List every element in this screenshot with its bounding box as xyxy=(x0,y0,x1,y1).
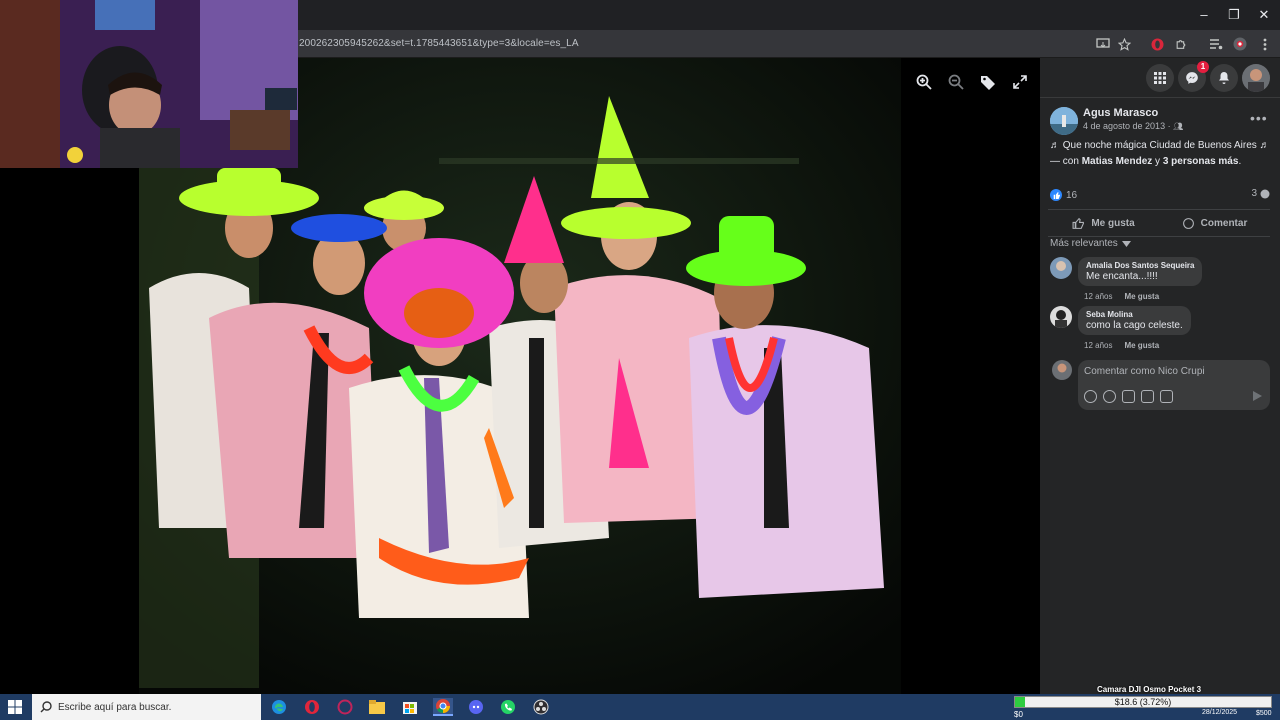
install-app-icon[interactable] xyxy=(1094,35,1112,53)
like-button-label: Me gusta xyxy=(1091,217,1135,229)
restore-icon[interactable]: ❐ xyxy=(1224,6,1244,24)
composer-tools xyxy=(1084,390,1173,403)
donation-goal-bar: $18.6 (3.72%) xyxy=(1014,696,1272,708)
opera-icon[interactable] xyxy=(302,698,322,716)
messenger-badge: 1 xyxy=(1197,61,1209,73)
comment-bubble: Seba Molina como la cago celeste. xyxy=(1078,306,1191,335)
comment-icon xyxy=(1182,217,1194,229)
reactions-summary[interactable]: 16 xyxy=(1050,188,1077,202)
sticker-icon[interactable] xyxy=(1160,390,1173,403)
caption-with: — con xyxy=(1050,156,1082,167)
avatar-sticker-icon[interactable] xyxy=(1084,390,1097,403)
chrome-icon[interactable] xyxy=(433,698,453,716)
file-explorer-icon[interactable] xyxy=(367,698,387,716)
tagged-user-link[interactable]: Matias Mendez xyxy=(1082,156,1153,167)
donation-goal-min: $0 xyxy=(1014,710,1023,719)
fullscreen-icon[interactable] xyxy=(1008,70,1032,94)
like-button[interactable]: Me gusta xyxy=(1048,210,1159,236)
menu-grid-icon[interactable] xyxy=(1146,64,1174,92)
author-avatar[interactable] xyxy=(1050,107,1078,135)
profile-icon[interactable] xyxy=(1231,35,1249,53)
camera-icon[interactable] xyxy=(1122,390,1135,403)
comment-text: Me encanta...!!!! xyxy=(1086,271,1158,282)
caption-line: ♬ Que noche mágica Ciudad de Buenos Aire… xyxy=(1050,140,1270,151)
comment-sort-dropdown[interactable]: Más relevantes xyxy=(1050,238,1131,249)
comments-count-value: 3 xyxy=(1251,188,1257,199)
comment-input-placeholder[interactable]: Comentar como Nico Crupi xyxy=(1084,366,1205,377)
close-icon[interactable]: ✕ xyxy=(1254,6,1274,24)
commenter-avatar[interactable] xyxy=(1050,306,1072,328)
comment-like-link[interactable]: Me gusta xyxy=(1124,292,1159,301)
url-text[interactable]: 200262305945262&set=t.1785443651&type=3&… xyxy=(299,38,579,49)
taskbar-date[interactable]: 28/12/2025 xyxy=(1202,709,1237,716)
donation-goal-title: Camara DJI Osmo Pocket 3 xyxy=(1097,685,1202,694)
notifications-bell-icon[interactable] xyxy=(1210,64,1238,92)
donation-goal-max: $500 xyxy=(1256,710,1272,717)
post-date[interactable]: 4 de agosto de 2013 · 👥︎ xyxy=(1083,121,1183,131)
comment-text: como la cago celeste. xyxy=(1086,320,1183,331)
more-tagged-link[interactable]: 3 personas más xyxy=(1163,156,1239,167)
like-reaction-icon xyxy=(1050,189,1062,201)
taskbar-search[interactable]: Escribe aquí para buscar. xyxy=(32,694,261,720)
comment-meta: 12 años Me gusta xyxy=(1084,341,1159,350)
post-caption: ♬ Que noche mágica Ciudad de Buenos Aire… xyxy=(1050,138,1272,170)
send-icon[interactable] xyxy=(1253,391,1262,401)
caption-and: y xyxy=(1152,156,1163,167)
account-avatar[interactable] xyxy=(1242,64,1270,92)
more-options-icon[interactable]: ••• xyxy=(1250,110,1268,126)
comment-age[interactable]: 12 años xyxy=(1084,292,1112,301)
emoji-icon[interactable] xyxy=(1103,390,1116,403)
chevron-down-icon xyxy=(1121,240,1131,247)
comment-bubble-icon xyxy=(1260,189,1270,198)
media-controls-icon[interactable] xyxy=(1207,35,1225,53)
obs-icon[interactable] xyxy=(531,698,551,716)
zoom-in-icon[interactable] xyxy=(912,70,936,94)
donation-goal-text: $18.6 (3.72%) xyxy=(1114,697,1172,707)
comment-composer[interactable]: Comentar como Nico Crupi xyxy=(1078,360,1270,410)
comment-button[interactable]: Comentar xyxy=(1159,210,1270,236)
screen: – ❐ ✕ 200262305945262&set=t.1785443651&t… xyxy=(0,0,1280,720)
caption-tags: — con Matias Mendez y 3 personas más. xyxy=(1050,154,1272,170)
whatsapp-icon[interactable] xyxy=(498,698,518,716)
comment-meta: 12 años Me gusta xyxy=(1084,292,1159,301)
tag-icon[interactable] xyxy=(976,70,1000,94)
commenter-avatar[interactable] xyxy=(1050,257,1072,279)
comment-author[interactable]: Seba Molina xyxy=(1086,310,1183,319)
windows-start-icon[interactable] xyxy=(4,698,26,716)
fb-header: 1 xyxy=(1040,58,1280,98)
post-actions: Me gusta Comentar xyxy=(1048,209,1270,237)
caption-period: . xyxy=(1238,156,1242,167)
opera-gx-icon[interactable] xyxy=(335,698,355,716)
extensions-puzzle-icon[interactable] xyxy=(1172,35,1190,53)
comment-like-link[interactable]: Me gusta xyxy=(1124,341,1159,350)
comment-bubble: Amalia Dos Santos Sequeira Me encanta...… xyxy=(1078,257,1203,286)
comment-author[interactable]: Amalia Dos Santos Sequeira xyxy=(1086,261,1194,270)
thumbs-up-icon xyxy=(1072,217,1085,229)
bookmark-star-icon[interactable] xyxy=(1115,35,1133,53)
messenger-icon[interactable]: 1 xyxy=(1178,61,1209,92)
comment-age[interactable]: 12 años xyxy=(1084,341,1112,350)
gif-icon[interactable] xyxy=(1141,390,1154,403)
post-date-text[interactable]: 4 de agosto de 2013 · xyxy=(1083,121,1173,131)
minimize-icon[interactable]: – xyxy=(1194,6,1214,24)
search-icon xyxy=(40,701,52,713)
chrome-menu-icon[interactable] xyxy=(1256,35,1274,53)
discord-icon[interactable] xyxy=(466,698,486,716)
comments-count[interactable]: 3 xyxy=(1251,188,1270,199)
zoom-out-icon[interactable] xyxy=(944,70,968,94)
post-author[interactable]: Agus Marasco xyxy=(1083,107,1158,119)
audience-friends-icon: 👥︎ xyxy=(1173,122,1184,131)
webcam-overlay xyxy=(0,0,298,168)
microsoft-store-icon[interactable] xyxy=(400,698,420,716)
opera-extension-icon[interactable] xyxy=(1148,35,1166,53)
likes-count: 16 xyxy=(1066,189,1078,201)
comment-button-label: Comentar xyxy=(1200,217,1248,229)
post-sidebar: 1 Agus Marasco 4 de agosto de 2013 · 👥︎ … xyxy=(1040,58,1280,694)
edge-icon[interactable] xyxy=(269,698,289,716)
current-user-avatar xyxy=(1052,360,1072,380)
search-placeholder[interactable]: Escribe aquí para buscar. xyxy=(58,702,171,713)
comment-sort-label: Más relevantes xyxy=(1050,238,1118,249)
